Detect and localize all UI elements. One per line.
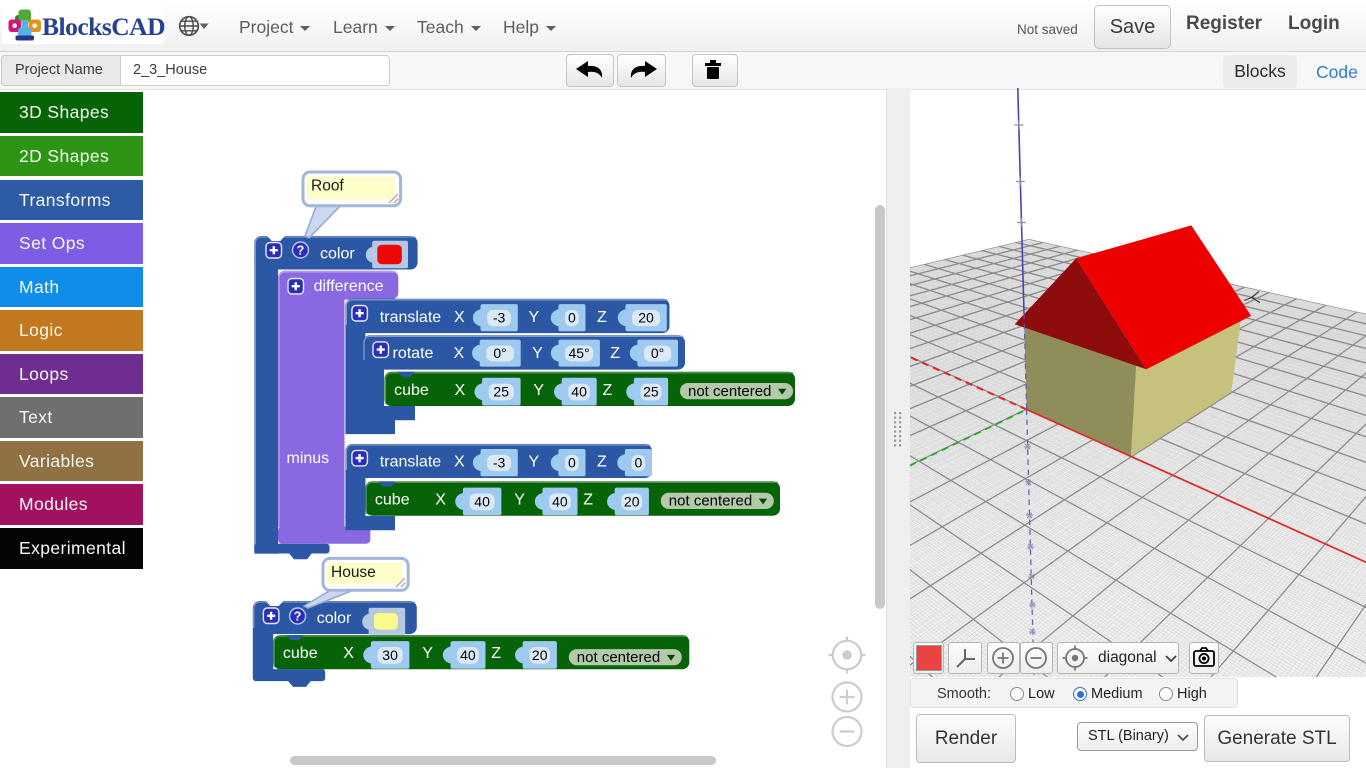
svg-text:Y: Y (529, 309, 540, 326)
svg-text:rotate: rotate (393, 345, 434, 362)
svg-text:Y: Y (514, 491, 525, 508)
svg-text:?: ? (294, 610, 302, 624)
svg-text:color: color (317, 610, 352, 627)
svg-text:-3: -3 (493, 310, 506, 326)
svg-text:25: 25 (643, 384, 659, 400)
svg-text:Y: Y (529, 454, 540, 471)
svg-text:0°: 0° (651, 345, 664, 361)
svg-text:20: 20 (638, 310, 654, 326)
svg-text:0: 0 (568, 310, 576, 326)
svg-text:minus: minus (287, 450, 330, 467)
svg-text:-3: -3 (493, 455, 506, 471)
svg-text:20: 20 (624, 494, 640, 510)
svg-text:X: X (454, 454, 465, 471)
svg-text:40: 40 (460, 647, 476, 663)
svg-text:Y: Y (532, 345, 543, 362)
svg-text:20: 20 (532, 647, 548, 663)
svg-text:25: 25 (493, 384, 509, 400)
svg-text:not centered: not centered (577, 649, 660, 666)
svg-text:Z: Z (603, 382, 613, 399)
svg-text:not centered: not centered (669, 493, 752, 510)
svg-text:Z: Z (610, 345, 620, 362)
svg-text:?: ? (297, 244, 305, 258)
svg-text:X: X (343, 645, 354, 662)
svg-text:X: X (455, 382, 466, 399)
svg-text:difference: difference (314, 278, 384, 295)
svg-text:30: 30 (382, 647, 398, 663)
svg-text:40: 40 (552, 494, 568, 510)
svg-text:cube: cube (394, 382, 429, 399)
svg-text:X: X (435, 491, 446, 508)
svg-text:0: 0 (568, 455, 576, 471)
svg-text:Z: Z (491, 645, 501, 662)
svg-text:45°: 45° (569, 345, 590, 361)
svg-text:0°: 0° (493, 345, 506, 361)
svg-text:X: X (454, 309, 465, 326)
svg-text:Y: Y (422, 645, 433, 662)
svg-text:Z: Z (583, 491, 593, 508)
svg-text:Roof: Roof (311, 178, 344, 195)
svg-text:translate: translate (380, 309, 441, 326)
svg-text:Z: Z (597, 309, 607, 326)
svg-text:40: 40 (474, 494, 490, 510)
svg-text:Z: Z (597, 454, 607, 471)
svg-text:40: 40 (571, 384, 587, 400)
svg-text:color: color (320, 245, 355, 262)
svg-text:translate: translate (380, 454, 441, 471)
svg-text:X: X (454, 345, 465, 362)
svg-text:cube: cube (283, 645, 318, 662)
svg-text:House: House (331, 564, 376, 581)
svg-text:cube: cube (375, 491, 410, 508)
svg-text:0: 0 (635, 455, 643, 471)
svg-text:Y: Y (533, 382, 544, 399)
svg-text:not centered: not centered (688, 383, 771, 400)
